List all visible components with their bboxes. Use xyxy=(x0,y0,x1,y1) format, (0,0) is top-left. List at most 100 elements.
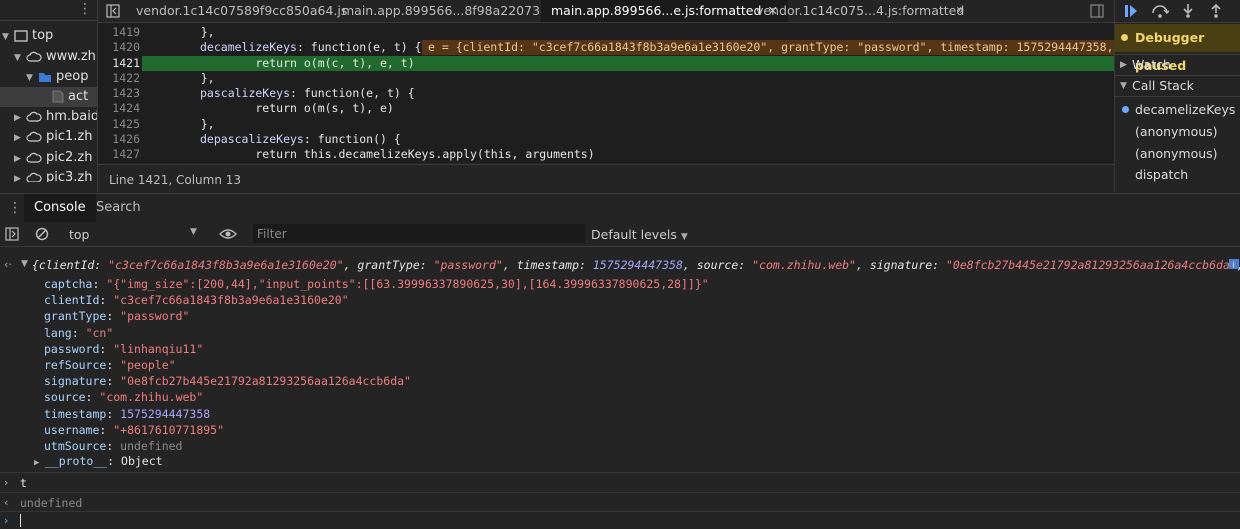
show-sidebar-icon[interactable] xyxy=(5,227,19,241)
code-line: pascalizeKeys: function(e, t) { xyxy=(200,86,415,100)
navigator-header: ⋮ xyxy=(0,0,97,21)
expand-arrow-icon[interactable]: ▼ xyxy=(14,48,26,68)
collapse-arrow-icon[interactable]: ▶ xyxy=(14,169,26,182)
step-out-icon[interactable] xyxy=(1209,3,1223,19)
expand-arrow-icon[interactable]: ▼ xyxy=(1120,76,1127,96)
console-output[interactable]: ‹· ▼ {clientId: "c3cef7c66a1843f8b3a9e6a… xyxy=(0,247,1240,529)
svg-text:i: i xyxy=(1232,261,1234,270)
resume-icon[interactable] xyxy=(1123,3,1139,19)
line-number[interactable]: 1419 xyxy=(110,25,140,39)
step-into-icon[interactable] xyxy=(1181,3,1195,19)
object-property[interactable]: grantType: "password" xyxy=(44,308,189,324)
tree-item-folder[interactable]: ▼ peop xyxy=(26,67,88,87)
collapse-arrow-icon[interactable]: ▶ xyxy=(1120,55,1127,75)
debugger-paused-banner: Debugger paused xyxy=(1115,24,1240,73)
clear-console-icon[interactable] xyxy=(35,227,49,241)
code-line: return o(m(c, t), e, t) xyxy=(200,56,415,70)
info-icon[interactable]: i xyxy=(1229,259,1239,269)
warning-dot-icon xyxy=(1121,34,1128,41)
cursor-position: Line 1421, Column 13 xyxy=(109,173,242,187)
object-property[interactable]: username: "+8617610771895" xyxy=(44,422,224,438)
code-line: return o(m(s, t), e) xyxy=(200,101,394,115)
line-number[interactable]: 1422 xyxy=(110,71,140,85)
expand-arrow-icon[interactable]: ▼ xyxy=(26,68,38,88)
collapse-arrow-icon[interactable]: ▶ xyxy=(34,458,45,468)
object-property[interactable]: source: "com.zhihu.web" xyxy=(44,389,203,405)
levels-dropdown-icon[interactable]: ▼ xyxy=(681,232,688,242)
code-line: depascalizeKeys: function() { xyxy=(200,132,401,146)
code-line: return this.decamelizeKeys.apply(this, a… xyxy=(200,147,595,161)
live-expression-eye-icon[interactable] xyxy=(219,227,237,241)
line-number[interactable]: 1424 xyxy=(110,101,140,115)
object-property[interactable]: signature: "0e8fcb27b445e21792a81293256a… xyxy=(44,373,411,389)
more-tabs-icon[interactable]: » xyxy=(956,0,965,22)
collapse-arrow-icon[interactable]: ▶ xyxy=(14,128,26,148)
proto-property[interactable]: ▶ __proto__: Object xyxy=(34,453,163,469)
inline-value-preview-text: e = {clientId: "c3cef7c66a1843f8b3a9e6a1… xyxy=(428,40,1114,54)
more-options-icon[interactable]: ⋮ xyxy=(78,1,92,17)
tree-item-file[interactable]: act xyxy=(0,87,97,107)
code-line: } xyxy=(173,162,208,163)
tab-vendor-formatted[interactable]: vendor.1c14c075...4.js:formatted xyxy=(756,0,964,22)
object-property[interactable]: utmSource: undefined xyxy=(44,438,182,454)
tab-main-app[interactable]: main.app.899566...8f98a22073e.js xyxy=(342,0,562,22)
console-input-echo: t xyxy=(20,476,27,490)
tree-item-domain[interactable]: ▼ www.zh xyxy=(14,47,96,67)
cloud-icon xyxy=(26,51,42,62)
object-property[interactable]: captcha: "{"img_size":[200,44],"input_po… xyxy=(44,276,709,292)
tab-search[interactable]: Search xyxy=(96,194,141,222)
collapse-arrow-icon[interactable]: ▶ xyxy=(14,149,26,169)
tree-item-top[interactable]: ▼ top xyxy=(2,26,53,46)
toggle-debugger-icon[interactable] xyxy=(1090,4,1104,18)
object-property[interactable]: clientId: "c3cef7c66a1843f8b3a9e6a1e3160… xyxy=(44,292,349,308)
tab-console[interactable]: Console xyxy=(24,194,96,222)
line-number[interactable]: 1421 xyxy=(110,56,140,70)
code-line: }, xyxy=(173,71,215,85)
call-frame[interactable]: decamelizeKeys xyxy=(1121,102,1235,117)
tree-item-domain[interactable]: ▶ pic2.zh xyxy=(14,148,92,168)
tab-vendor[interactable]: vendor.1c14c07589f9cc850a64.js xyxy=(136,0,347,22)
file-icon xyxy=(52,90,64,103)
call-stack-section[interactable]: ▼ Call Stack xyxy=(1115,76,1240,97)
call-frame[interactable]: (anonymous) xyxy=(1135,146,1218,161)
step-over-icon[interactable] xyxy=(1151,3,1169,19)
context-selector[interactable]: top xyxy=(69,227,89,242)
line-number[interactable]: 1423 xyxy=(110,86,140,100)
collapse-arrow-icon[interactable]: ▶ xyxy=(14,108,26,128)
result-arrow-icon: ‹ xyxy=(4,496,9,509)
tab-main-app-formatted[interactable]: main.app.899566...e.js:formatted ✕ xyxy=(541,0,788,22)
prompt-arrow-icon: › xyxy=(4,476,9,489)
line-number[interactable]: 1426 xyxy=(110,132,140,146)
call-frame[interactable]: (anonymous) xyxy=(1135,124,1218,139)
cloud-icon xyxy=(26,131,42,142)
drawer-tabbar: ⋮ Console Search xyxy=(0,193,1240,223)
object-property[interactable]: password: "linhanqiu11" xyxy=(44,341,203,357)
toggle-navigator-icon[interactable] xyxy=(106,4,120,18)
object-property[interactable]: lang: "cn" xyxy=(44,325,113,341)
line-number[interactable]: 1420 xyxy=(110,40,140,54)
code-editor[interactable]: 1419 1420 1421 1422 1423 1424 1425 1426 … xyxy=(98,23,1114,163)
expand-arrow-icon[interactable]: ▼ xyxy=(2,27,14,47)
cloud-icon xyxy=(26,172,42,182)
console-filter-input[interactable] xyxy=(253,224,585,243)
tree-item-domain[interactable]: ▶ hm.baid xyxy=(14,107,97,128)
window-icon xyxy=(14,29,28,42)
watch-section[interactable]: ▶ Watch xyxy=(1115,54,1240,76)
expand-arrow-icon[interactable]: ▼ xyxy=(21,259,28,269)
console-prompt-cursor[interactable] xyxy=(20,514,21,527)
sources-panel: ⋮ ▼ top ▼ www.zh ▼ peop act ▶ hm.baid ▶ pic1.… xyxy=(0,0,1240,193)
context-dropdown-icon[interactable]: ▼ xyxy=(190,227,197,237)
line-number[interactable]: 1428 xyxy=(110,162,140,163)
line-number[interactable]: 1427 xyxy=(110,147,140,161)
line-number[interactable]: 1425 xyxy=(110,117,140,131)
log-levels-selector[interactable]: Default levels ▼ xyxy=(591,227,688,242)
editor-tabs: vendor.1c14c07589f9cc850a64.js main.app.… xyxy=(98,0,1114,23)
object-property[interactable]: timestamp: 1575294447358 xyxy=(44,406,210,422)
call-frame[interactable]: dispatch xyxy=(1135,167,1188,182)
divider xyxy=(0,472,1240,473)
drawer-menu-icon[interactable]: ⋮ xyxy=(8,200,22,216)
tree-item-domain[interactable]: ▶ pic1.zh xyxy=(14,127,92,147)
tree-item-domain[interactable]: ▶ pic3.zh xyxy=(14,168,92,182)
object-property[interactable]: refSource: "people" xyxy=(44,357,176,373)
object-summary[interactable]: {clientId: "c3cef7c66a1843f8b3a9e6a1e316… xyxy=(32,257,1240,273)
